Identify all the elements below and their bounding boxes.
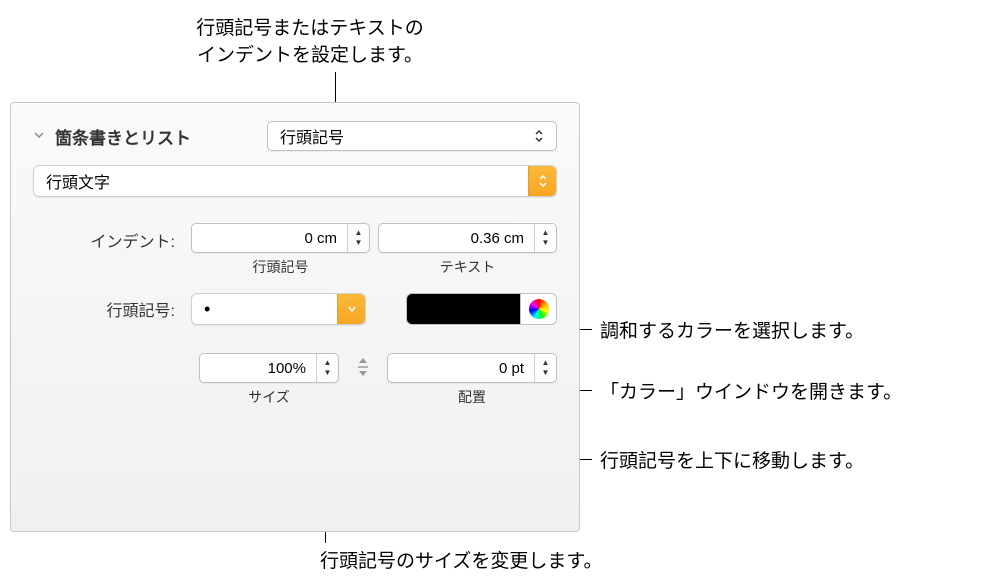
stepper-arrows-icon[interactable]: ▲▼ <box>347 224 369 252</box>
bullet-char-value: 行頭文字 <box>46 169 110 193</box>
bullet-char-dropdown[interactable]: 行頭文字 <box>33 165 557 197</box>
section-title: 箇条書きとリスト <box>55 124 191 149</box>
stepper-arrows-icon[interactable]: ▲▼ <box>316 354 338 382</box>
stepper-arrows-icon[interactable]: ▲▼ <box>534 354 556 382</box>
text-indent-sublabel: テキスト <box>378 257 557 277</box>
format-panel: 箇条書きとリスト 行頭記号 行頭文字 インデント: 0 cm ▲▼ 行頭記号 0… <box>10 102 580 532</box>
color-swatch[interactable] <box>406 293 521 325</box>
annotation-color-window: 「カラー」ウインドウを開きます。 <box>600 380 902 407</box>
text-indent-stepper[interactable]: 0.36 cm ▲▼ <box>378 223 557 253</box>
position-stepper[interactable]: 0 pt ▲▼ <box>387 353 557 383</box>
bullet-indent-sublabel: 行頭記号 <box>191 257 370 277</box>
dropdown-caret-icon <box>528 166 556 196</box>
color-wheel-button[interactable] <box>521 293 557 325</box>
annotation-indent: 行頭記号またはテキストの インデントを設定します。 <box>60 16 560 69</box>
annotation-color-match: 調和するカラーを選択します。 <box>600 319 864 346</box>
size-stepper[interactable]: 100% ▲▼ <box>199 353 339 383</box>
size-sublabel: サイズ <box>199 387 339 407</box>
bullet-indent-stepper[interactable]: 0 cm ▲▼ <box>191 223 370 253</box>
bullet-symbol-dropdown[interactable]: • <box>191 293 366 325</box>
caret-icon <box>534 129 548 143</box>
position-sublabel: 配置 <box>387 387 557 407</box>
indent-label: インデント: <box>33 223 183 252</box>
dropdown-caret-icon <box>337 294 365 324</box>
bullet-indent-value: 0 cm <box>192 224 347 252</box>
bullet-symbol-value: • <box>204 299 210 320</box>
vertical-align-icon <box>353 353 373 377</box>
disclosure-icon[interactable] <box>33 129 45 144</box>
text-indent-value: 0.36 cm <box>379 224 534 252</box>
size-value: 100% <box>200 354 316 382</box>
bullet-type-value: 行頭記号 <box>280 124 344 148</box>
bullet-symbol-label: 行頭記号: <box>33 297 183 321</box>
annotation-size-change: 行頭記号のサイズを変更します。 <box>320 549 603 576</box>
color-wheel-icon <box>529 299 549 319</box>
position-value: 0 pt <box>388 354 534 382</box>
annotation-move-bullet: 行頭記号を上下に移動します。 <box>600 449 864 476</box>
bullet-type-dropdown[interactable]: 行頭記号 <box>267 121 557 151</box>
stepper-arrows-icon[interactable]: ▲▼ <box>534 224 556 252</box>
